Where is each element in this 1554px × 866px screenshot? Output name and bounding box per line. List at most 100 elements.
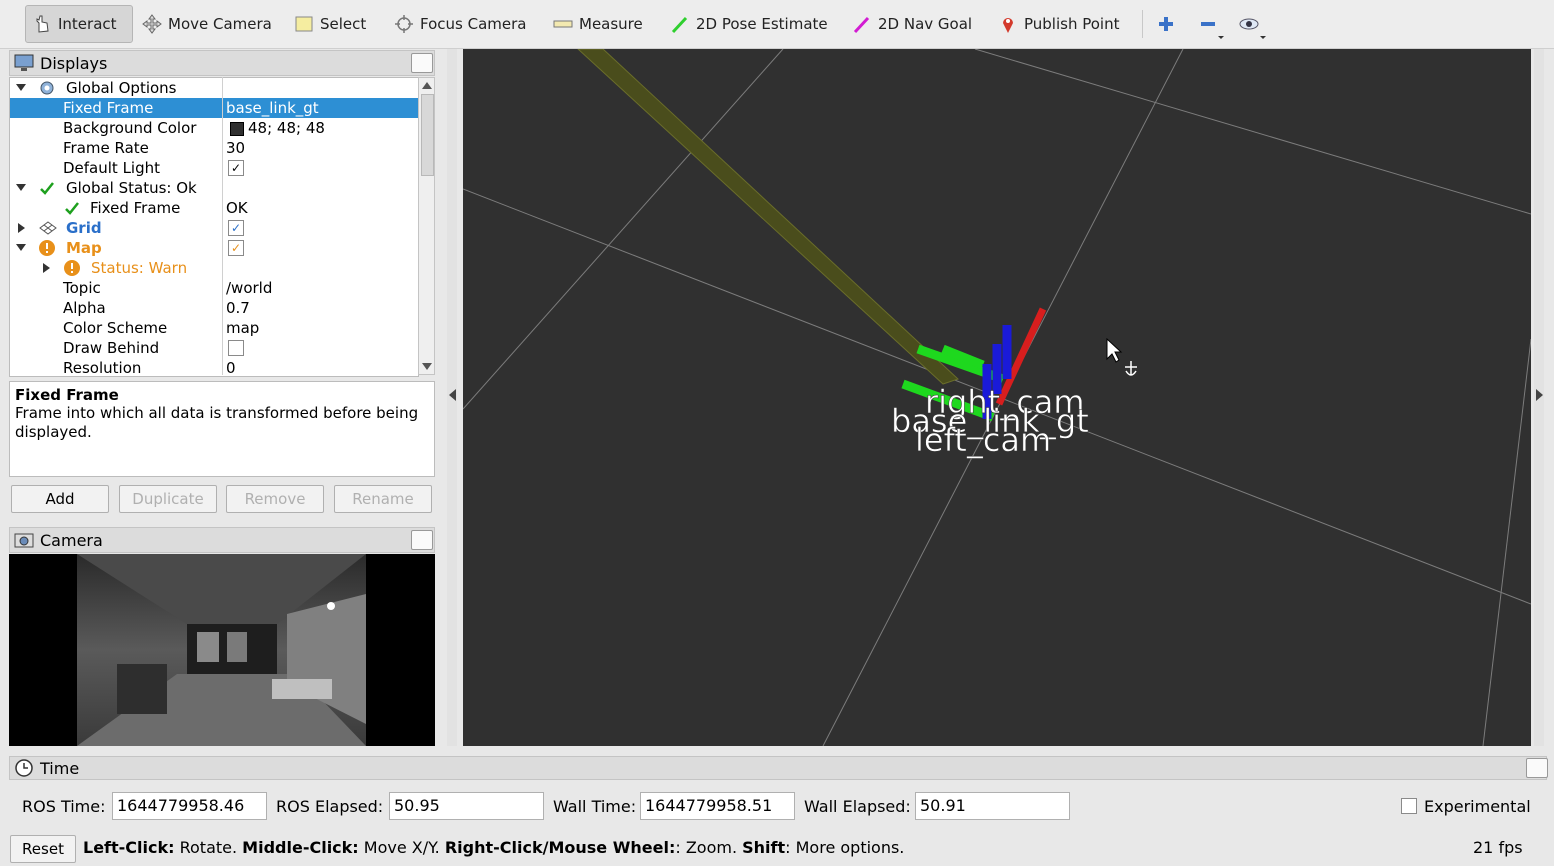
move-camera-tool[interactable]: Move Camera bbox=[136, 5, 278, 43]
green-arrow-icon bbox=[671, 16, 688, 34]
wall-time-field[interactable]: 1644779958.51 bbox=[640, 792, 795, 820]
remove-button[interactable]: Remove bbox=[226, 485, 324, 513]
frame-rate-value[interactable]: 30 bbox=[226, 138, 245, 158]
magenta-arrow-icon bbox=[853, 16, 870, 34]
left-splitter[interactable] bbox=[447, 49, 457, 746]
ros-time-label: ROS Time: bbox=[22, 797, 106, 816]
description-title: Fixed Frame bbox=[15, 386, 119, 404]
checkmark-icon bbox=[65, 202, 79, 215]
displays-float-button[interactable] bbox=[411, 53, 433, 73]
wall-elapsed-field[interactable]: 50.91 bbox=[915, 792, 1070, 820]
experimental-label: Experimental bbox=[1424, 797, 1531, 816]
publish-point-tool[interactable]: Publish Point bbox=[992, 5, 1125, 43]
collapse-arrow-icon[interactable] bbox=[16, 244, 26, 252]
camera-float-button[interactable] bbox=[411, 530, 433, 550]
focus-camera-tool[interactable]: Focus Camera bbox=[388, 5, 532, 43]
color-scheme-value[interactable]: map bbox=[226, 318, 259, 338]
interact-tool[interactable]: Interact bbox=[25, 5, 133, 43]
add-button[interactable]: Add bbox=[11, 485, 109, 513]
hint-key: Middle-Click: bbox=[242, 838, 359, 857]
toolbar-separator bbox=[1142, 10, 1143, 38]
tree-row-fixed-frame[interactable]: Fixed Frame base_link_gt bbox=[10, 98, 418, 118]
resolution-value[interactable]: 0 bbox=[226, 358, 236, 376]
scroll-up-icon[interactable] bbox=[422, 82, 432, 89]
camera-panel-header: Camera bbox=[9, 527, 435, 553]
collapse-arrow-icon[interactable] bbox=[16, 184, 26, 192]
camera-view bbox=[9, 554, 435, 746]
collapse-left-icon[interactable] bbox=[449, 389, 456, 401]
ros-time-field[interactable]: 1644779958.46 bbox=[112, 792, 267, 820]
duplicate-button[interactable]: Duplicate bbox=[119, 485, 217, 513]
camera-title: Camera bbox=[40, 530, 103, 550]
tree-row-background-color[interactable]: Background Color 48; 48; 48 bbox=[10, 118, 418, 138]
tree-label: Color Scheme bbox=[63, 319, 168, 337]
time-panel-header: Time bbox=[9, 756, 1547, 780]
tree-row-default-light[interactable]: Default Light ✓ bbox=[10, 158, 418, 178]
tree-row-frame-rate[interactable]: Frame Rate 30 bbox=[10, 138, 418, 158]
fps-counter: 21 fps bbox=[1473, 838, 1523, 857]
tree-label: Resolution bbox=[63, 359, 142, 377]
expand-arrow-icon[interactable] bbox=[43, 263, 51, 273]
grid-checkbox[interactable]: ✓ bbox=[228, 220, 244, 236]
tree-label: Fixed Frame bbox=[90, 199, 181, 217]
hint-key: Left-Click: bbox=[83, 838, 175, 857]
background-color-value[interactable]: 48; 48; 48 bbox=[248, 118, 325, 138]
3d-viewport[interactable]: right_cam base_link_gt left_cam bbox=[463, 49, 1531, 746]
camera-image bbox=[77, 554, 366, 746]
displays-tree: Global Options Fixed Frame base_link_gt … bbox=[9, 77, 419, 377]
collapse-arrow-icon[interactable] bbox=[16, 84, 26, 92]
tree-label: Global Options bbox=[66, 79, 177, 97]
default-light-checkbox[interactable]: ✓ bbox=[228, 160, 244, 176]
tree-label: Draw Behind bbox=[63, 339, 160, 357]
frame-label-left-cam: left_cam bbox=[915, 421, 1051, 459]
right-splitter[interactable] bbox=[1534, 49, 1544, 746]
minus-icon[interactable] bbox=[1198, 14, 1226, 40]
tree-row-color-scheme[interactable]: Color Scheme map bbox=[10, 318, 418, 338]
tree-row-alpha[interactable]: Alpha 0.7 bbox=[10, 298, 418, 318]
tree-row-global-status[interactable]: Global Status: Ok bbox=[10, 178, 418, 198]
wall-elapsed-label: Wall Elapsed: bbox=[804, 797, 911, 816]
tree-row-grid[interactable]: Grid ✓ bbox=[10, 218, 418, 238]
scroll-thumb[interactable] bbox=[421, 94, 434, 176]
select-tool[interactable]: Select bbox=[288, 5, 372, 43]
hint-key: Right-Click/Mouse Wheel: bbox=[444, 838, 676, 857]
tree-row-topic[interactable]: Topic /world bbox=[10, 278, 418, 298]
ruler-icon bbox=[553, 20, 573, 28]
time-float-button[interactable] bbox=[1526, 758, 1548, 778]
time-title: Time bbox=[40, 758, 80, 778]
draw-behind-checkbox[interactable] bbox=[228, 340, 244, 356]
tree-row-global-options[interactable]: Global Options bbox=[10, 78, 418, 98]
tree-scrollbar[interactable] bbox=[418, 77, 435, 375]
hint-key: Shift bbox=[742, 838, 786, 857]
fixed-frame-value[interactable]: base_link_gt bbox=[226, 98, 319, 118]
ros-elapsed-field[interactable]: 50.95 bbox=[389, 792, 544, 820]
eye-icon[interactable] bbox=[1238, 14, 1268, 40]
wall-time-label: Wall Time: bbox=[553, 797, 637, 816]
tree-label: Fixed Frame bbox=[63, 99, 154, 117]
reset-button[interactable]: Reset bbox=[10, 835, 76, 863]
tree-row-resolution[interactable]: Resolution 0 bbox=[10, 358, 418, 377]
plus-icon[interactable] bbox=[1156, 14, 1176, 34]
tree-row-draw-behind[interactable]: Draw Behind bbox=[10, 338, 418, 358]
color-swatch[interactable] bbox=[230, 122, 244, 136]
move-camera-label: Move Camera bbox=[168, 15, 272, 33]
pose-estimate-tool[interactable]: 2D Pose Estimate bbox=[664, 5, 834, 43]
tree-column-divider bbox=[222, 77, 223, 375]
tree-row-status-warn[interactable]: Status: Warn bbox=[10, 258, 418, 278]
hint-text: Left-Click: Rotate. Middle-Click: Move X… bbox=[83, 838, 904, 857]
topic-value[interactable]: /world bbox=[226, 278, 272, 298]
ros-elapsed-label: ROS Elapsed: bbox=[276, 797, 384, 816]
expand-arrow-icon[interactable] bbox=[18, 223, 26, 233]
collapse-right-icon[interactable] bbox=[1536, 389, 1543, 401]
tree-row-fixed-frame-status[interactable]: Fixed Frame OK bbox=[10, 198, 418, 218]
experimental-checkbox[interactable] bbox=[1401, 798, 1417, 814]
scroll-down-icon[interactable] bbox=[422, 363, 432, 370]
nav-goal-tool[interactable]: 2D Nav Goal bbox=[846, 5, 978, 43]
rename-button[interactable]: Rename bbox=[334, 485, 432, 513]
description-text: Frame into which all data is transformed… bbox=[15, 404, 419, 441]
tree-row-map[interactable]: Map ✓ bbox=[10, 238, 418, 258]
map-checkbox[interactable]: ✓ bbox=[228, 240, 244, 256]
alpha-value[interactable]: 0.7 bbox=[226, 298, 250, 318]
focus-target-icon bbox=[395, 15, 413, 33]
measure-tool[interactable]: Measure bbox=[547, 5, 649, 43]
